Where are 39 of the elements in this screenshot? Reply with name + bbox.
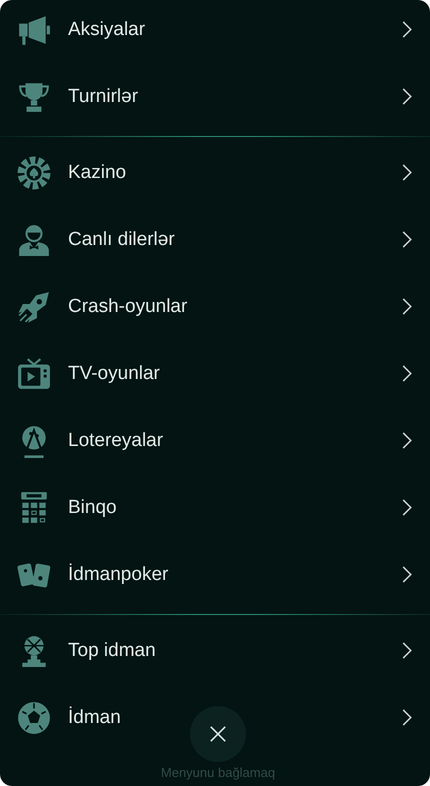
chevron-right-icon [402, 231, 412, 248]
chevron-right-icon [402, 566, 412, 583]
chevron-right-icon [402, 365, 412, 382]
chevron-right-icon [402, 642, 412, 659]
soccer-ball-icon [17, 700, 51, 734]
menu-label: Kazino [68, 162, 128, 184]
menu-label: Crash-oyunlar [68, 296, 188, 318]
dealer-icon [17, 222, 51, 256]
chevron-right-icon [402, 432, 412, 449]
chevron-right-icon [402, 21, 412, 38]
menu-label: Lotereyalar [68, 430, 164, 452]
menu-label: İdmanpoker [68, 564, 170, 586]
menu-label: Binqo [68, 496, 118, 518]
menu-item[interactable]: Binqo [0, 474, 430, 541]
menu-item[interactable]: Crash-oyunlar [0, 273, 430, 340]
chevron-right-icon [402, 298, 412, 315]
chevron-right-icon [402, 499, 412, 516]
tv-icon [17, 356, 51, 390]
menu-label: TV-oyunlar [68, 362, 161, 384]
menu-label: İdman [68, 706, 122, 728]
menu-item[interactable]: TV-oyunlar [0, 340, 430, 407]
menu-item[interactable]: Lotereyalar [0, 407, 430, 474]
close-menu-label: Menyunu bağlamaq [160, 765, 276, 780]
menu-item[interactable]: Canlı dilerlər [0, 206, 430, 273]
menu-item[interactable]: Kazino [0, 139, 430, 206]
menu-label: Canlı dilerlər [68, 228, 176, 250]
chevron-right-icon [402, 709, 412, 726]
chevron-right-icon [402, 164, 412, 181]
menu-item[interactable]: İdmanpoker [0, 541, 430, 608]
menu-item[interactable]: Aksiyalar [0, 0, 430, 63]
menu-label: Top idman [68, 640, 157, 662]
rocket-icon [17, 290, 51, 324]
menu-label: Turnirlər [68, 86, 140, 108]
chevron-right-icon [402, 88, 412, 105]
poker-chip-icon [17, 156, 51, 190]
menu-item[interactable]: Turnirlər [0, 63, 430, 130]
menu-label: Aksiyalar [68, 18, 146, 40]
close-icon [209, 725, 227, 743]
menu-item[interactable]: Top idman [0, 617, 430, 684]
